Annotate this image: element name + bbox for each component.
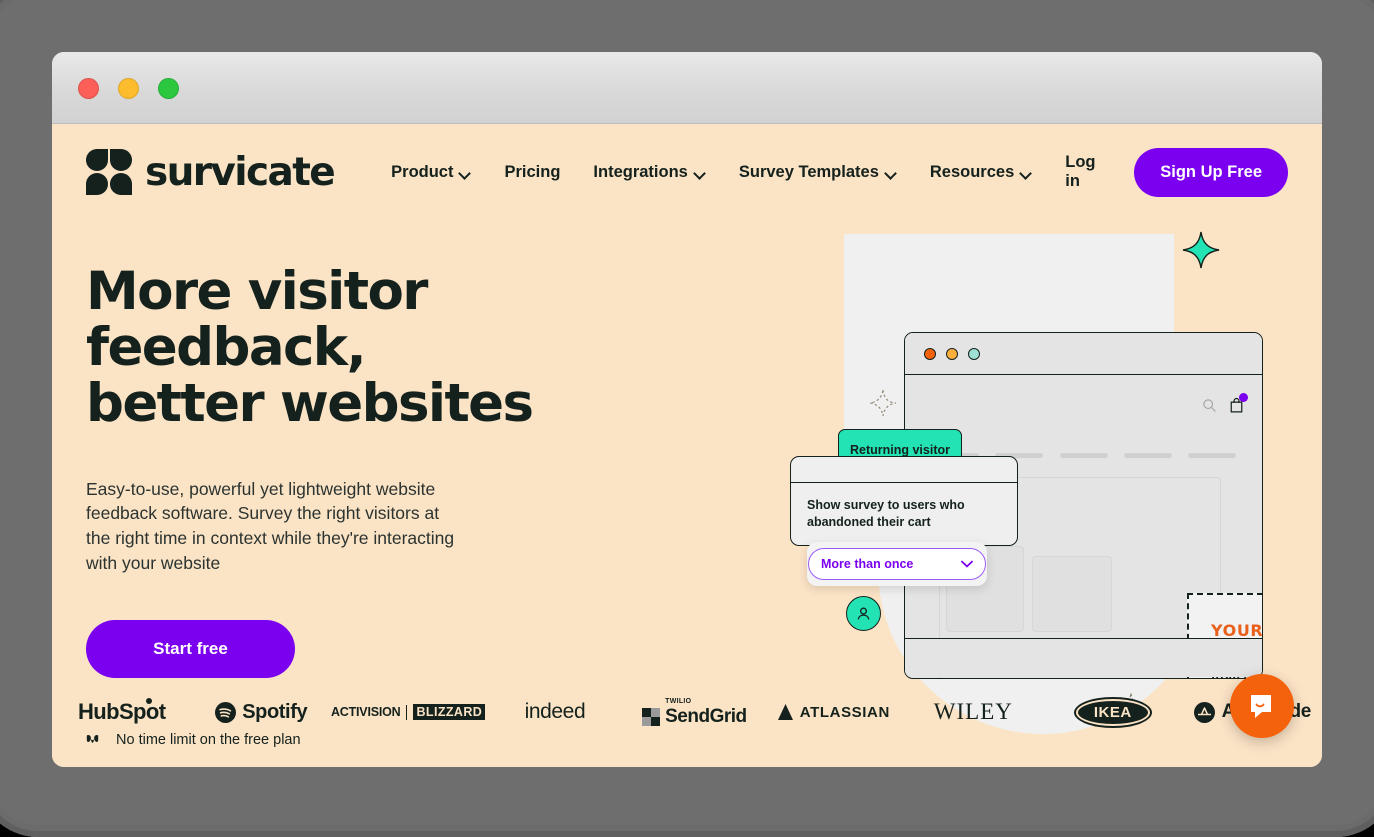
nav-label: Resources bbox=[929, 162, 1015, 181]
mockup-footer bbox=[905, 638, 1262, 677]
condition-card: Show survey to users who abandoned their… bbox=[790, 456, 1018, 546]
page-title: More visitor feedback, better websites bbox=[86, 261, 534, 435]
avatar bbox=[846, 596, 881, 631]
nav-label: Product bbox=[391, 162, 454, 181]
mockup-dot-teal bbox=[968, 347, 980, 360]
nav-links: Product Pricing Integrations Survey Temp… bbox=[391, 163, 1065, 182]
client-logo-indeed: indeed bbox=[524, 700, 586, 723]
client-logo-atlassian: ATLASSIAN bbox=[764, 692, 903, 732]
mockup-dot-red bbox=[924, 347, 936, 360]
mockup-title-bar bbox=[905, 333, 1262, 375]
signup-button[interactable]: Sign Up Free bbox=[1134, 147, 1288, 197]
brand-name: survicate bbox=[145, 149, 336, 195]
client-logo-ikea: IKEA bbox=[1043, 692, 1182, 732]
chevron-down-icon bbox=[886, 169, 897, 176]
frequency-dropdown-wrapper: More than once bbox=[807, 542, 987, 586]
brand-logo[interactable]: survicate bbox=[86, 149, 336, 195]
condition-card-header bbox=[791, 457, 1017, 483]
nav-item-product[interactable]: Product bbox=[391, 163, 471, 182]
amplitude-icon bbox=[1193, 701, 1215, 723]
login-link[interactable]: Log in bbox=[1065, 153, 1110, 191]
maximize-button[interactable] bbox=[158, 78, 179, 99]
shopping-bag-icon bbox=[1229, 393, 1248, 418]
chat-bubble-icon bbox=[1251, 695, 1271, 718]
nav-actions: Log in Sign Up Free bbox=[1065, 147, 1288, 197]
nav-label: Pricing bbox=[504, 162, 561, 181]
browser-window: survicate Product Pricing Integrations S… bbox=[52, 52, 1322, 767]
spotify-icon bbox=[215, 701, 237, 723]
chevron-down-icon bbox=[961, 555, 973, 573]
mockup-dot-yellow bbox=[946, 347, 958, 360]
chevron-down-icon bbox=[695, 169, 706, 176]
user-icon bbox=[857, 607, 870, 620]
dropdown-value: More than once bbox=[821, 557, 914, 571]
condition-text: Show survey to users who abandoned their… bbox=[807, 498, 965, 529]
window-title-bar bbox=[52, 52, 1322, 124]
chevron-down-icon bbox=[460, 169, 471, 176]
nav-item-integrations[interactable]: Integrations bbox=[593, 163, 705, 182]
benefits-list: No time limit on the free plan Set up in… bbox=[86, 732, 686, 767]
client-logo-hubspot: HubSpot bbox=[78, 698, 166, 724]
nav-item-survey-templates[interactable]: Survey Templates bbox=[739, 163, 897, 182]
sparkle-icon bbox=[866, 386, 900, 425]
client-logo-sendgrid: TWILIO SendGrid bbox=[625, 692, 764, 732]
benefit-label: No time limit on the free plan bbox=[116, 731, 301, 748]
chevron-down-icon bbox=[1021, 169, 1032, 176]
client-logo-wiley: WILEY bbox=[933, 699, 1013, 724]
minimize-button[interactable] bbox=[118, 78, 139, 99]
sendgrid-icon bbox=[642, 708, 661, 726]
hero-illustration: YOUR LOGO What's stopping you from buyin… bbox=[782, 231, 1322, 734]
list-item: No time limit on the free plan bbox=[86, 732, 686, 748]
site-navbar: survicate Product Pricing Integrations S… bbox=[52, 124, 1322, 220]
close-button[interactable] bbox=[78, 78, 99, 99]
frequency-dropdown[interactable]: More than once bbox=[808, 548, 986, 580]
nav-label: Integrations bbox=[593, 162, 688, 181]
sparkle-icon bbox=[1179, 230, 1223, 279]
nav-item-pricing[interactable]: Pricing bbox=[504, 163, 560, 182]
search-icon bbox=[1202, 398, 1217, 418]
start-free-button[interactable]: Start free bbox=[86, 619, 295, 678]
hero-subcopy: Easy-to-use, powerful yet lightweight we… bbox=[86, 478, 455, 574]
client-logo-activision-blizzard: ACTIVISION BLIZZARD bbox=[331, 692, 486, 732]
nav-label: Survey Templates bbox=[738, 162, 879, 181]
client-logo-spotify: Spotify bbox=[191, 692, 330, 732]
page-content: survicate Product Pricing Integrations S… bbox=[52, 124, 1322, 767]
checkmark-leaf-icon bbox=[86, 733, 99, 746]
survicate-logo-icon bbox=[86, 149, 133, 195]
intercom-chat-button[interactable] bbox=[1230, 674, 1294, 738]
client-logo-strip: HubSpot Spotify ACTIVISION BLIZZARD inde… bbox=[52, 692, 1322, 732]
mockup-icons bbox=[1202, 393, 1248, 418]
atlassian-icon bbox=[777, 704, 793, 720]
nav-item-resources[interactable]: Resources bbox=[930, 163, 1032, 182]
device-frame: survicate Product Pricing Integrations S… bbox=[0, 0, 1374, 837]
